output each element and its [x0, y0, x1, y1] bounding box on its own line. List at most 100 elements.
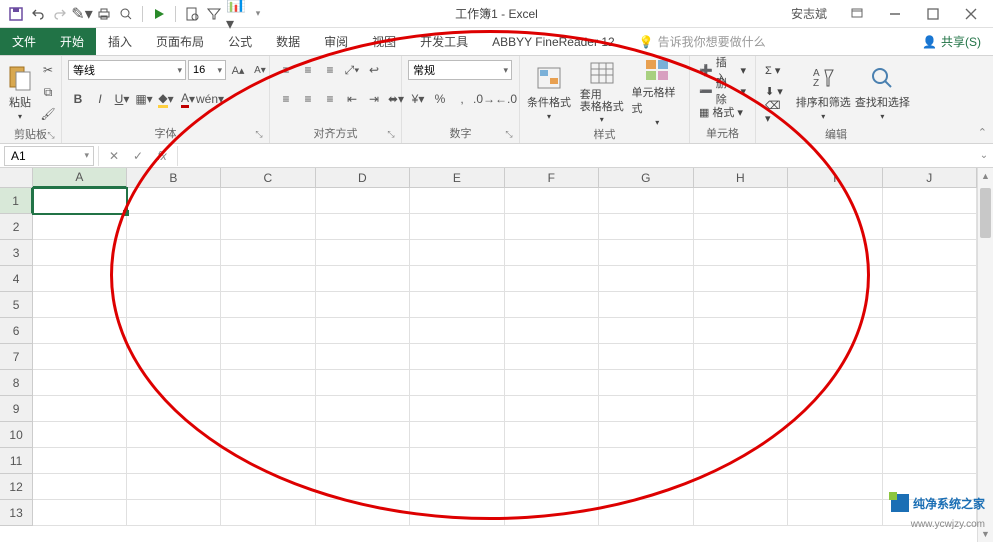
cell[interactable] — [505, 448, 599, 474]
cell[interactable] — [505, 370, 599, 396]
cell[interactable] — [599, 370, 693, 396]
cell[interactable] — [505, 344, 599, 370]
cell[interactable] — [505, 474, 599, 500]
close-icon[interactable] — [953, 2, 989, 26]
cell[interactable] — [221, 188, 315, 214]
qat-brush-icon[interactable]: ✎▾ — [74, 6, 90, 22]
cell[interactable] — [883, 266, 977, 292]
align-top-icon[interactable]: ≡ — [276, 60, 296, 80]
sort-filter-button[interactable]: AZ 排序和筛选▾ — [796, 60, 851, 124]
name-box[interactable]: A1 — [4, 146, 94, 166]
column-header[interactable]: I — [788, 168, 882, 188]
cell[interactable] — [127, 474, 221, 500]
column-header[interactable]: D — [316, 168, 410, 188]
cell[interactable] — [788, 474, 882, 500]
cell[interactable] — [410, 500, 504, 526]
tab-file[interactable]: 文件 — [0, 28, 48, 55]
redo-icon[interactable] — [52, 6, 68, 22]
qat-filter-icon[interactable] — [206, 6, 222, 22]
maximize-icon[interactable] — [915, 2, 951, 26]
expand-formula-bar-icon[interactable]: ⌄ — [975, 150, 993, 161]
tab-dev[interactable]: 开发工具 — [408, 28, 480, 55]
cell[interactable] — [221, 344, 315, 370]
column-header[interactable]: B — [127, 168, 221, 188]
cell[interactable] — [221, 370, 315, 396]
border-icon[interactable]: ▦▾ — [134, 89, 154, 109]
cell[interactable] — [788, 318, 882, 344]
cell[interactable] — [599, 500, 693, 526]
cell[interactable] — [127, 396, 221, 422]
row-header[interactable]: 5 — [0, 292, 33, 318]
cell[interactable] — [410, 214, 504, 240]
cell[interactable] — [316, 240, 410, 266]
cell[interactable] — [599, 422, 693, 448]
ribbon-options-icon[interactable] — [839, 2, 875, 26]
scroll-thumb[interactable] — [980, 188, 991, 238]
cell[interactable] — [127, 500, 221, 526]
cell[interactable] — [410, 292, 504, 318]
cell[interactable] — [221, 500, 315, 526]
cell[interactable] — [410, 266, 504, 292]
fill-color-icon[interactable]: ◆▾ — [156, 89, 176, 109]
cell[interactable] — [221, 396, 315, 422]
cell[interactable] — [694, 318, 788, 344]
cell[interactable] — [33, 344, 127, 370]
copy-icon[interactable]: ⧉ — [38, 82, 58, 102]
row-header[interactable]: 3 — [0, 240, 33, 266]
cell[interactable] — [599, 396, 693, 422]
number-format-combo[interactable]: 常规 — [408, 60, 512, 80]
insert-function-icon[interactable]: fx — [151, 147, 173, 165]
cell[interactable] — [316, 474, 410, 500]
cell[interactable] — [694, 396, 788, 422]
cell[interactable] — [127, 240, 221, 266]
indent-decrease-icon[interactable]: ⇤ — [342, 89, 362, 109]
cell[interactable] — [221, 214, 315, 240]
cell[interactable] — [694, 292, 788, 318]
cell[interactable] — [505, 240, 599, 266]
row-header[interactable]: 12 — [0, 474, 33, 500]
cell[interactable] — [788, 344, 882, 370]
cell[interactable] — [127, 214, 221, 240]
align-dialog-icon[interactable]: ⤡ — [385, 129, 397, 141]
row-header[interactable]: 2 — [0, 214, 33, 240]
cell[interactable] — [33, 292, 127, 318]
cancel-formula-icon[interactable]: ✕ — [103, 147, 125, 165]
qat-more-icon[interactable]: ▾ — [250, 6, 266, 22]
cell[interactable] — [410, 396, 504, 422]
cell[interactable] — [694, 370, 788, 396]
cell[interactable] — [505, 500, 599, 526]
vertical-scrollbar[interactable]: ▲ ▼ — [977, 168, 993, 542]
cell[interactable] — [883, 448, 977, 474]
cell[interactable] — [788, 370, 882, 396]
cell[interactable] — [599, 448, 693, 474]
cell[interactable] — [127, 448, 221, 474]
cell[interactable] — [883, 318, 977, 344]
qat-print-icon[interactable] — [96, 6, 112, 22]
cell[interactable] — [410, 422, 504, 448]
cell[interactable] — [33, 396, 127, 422]
cell[interactable] — [316, 188, 410, 214]
row-header[interactable]: 4 — [0, 266, 33, 292]
column-header[interactable]: E — [410, 168, 504, 188]
cell[interactable] — [883, 422, 977, 448]
cut-icon[interactable]: ✂ — [38, 60, 58, 80]
find-select-button[interactable]: 查找和选择▾ — [855, 60, 910, 124]
cell[interactable] — [505, 266, 599, 292]
column-header[interactable]: H — [694, 168, 788, 188]
cell[interactable] — [316, 344, 410, 370]
format-painter-icon[interactable]: 🖌 — [38, 104, 58, 124]
cell[interactable] — [127, 422, 221, 448]
row-header[interactable]: 13 — [0, 500, 33, 526]
underline-icon[interactable]: U▾ — [112, 89, 132, 109]
cell[interactable] — [599, 344, 693, 370]
row-header[interactable]: 7 — [0, 344, 33, 370]
share-button[interactable]: 👤 共享(S) — [910, 28, 993, 55]
qat-run-icon[interactable] — [151, 6, 167, 22]
number-dialog-icon[interactable]: ⤡ — [503, 129, 515, 141]
column-header[interactable]: C — [221, 168, 315, 188]
clear-icon[interactable]: ⌫ ▾ — [762, 102, 792, 122]
cell[interactable] — [127, 344, 221, 370]
cell[interactable] — [33, 422, 127, 448]
conditional-format-button[interactable]: 条件格式▾ — [526, 60, 572, 124]
decrease-decimal-icon[interactable]: ←.0 — [496, 89, 516, 109]
